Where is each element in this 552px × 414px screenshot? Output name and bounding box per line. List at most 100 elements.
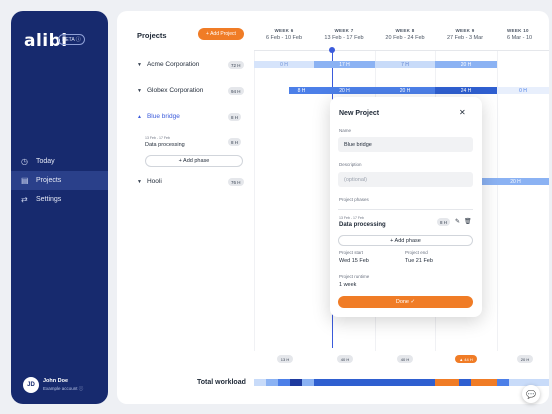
project-row-globex[interactable]: ▼ Globex Corporation — [137, 87, 203, 94]
settings-icon: ⇄ — [21, 195, 28, 204]
workload-segment — [290, 379, 302, 386]
nav-settings-label: Settings — [36, 196, 62, 203]
week-header-9: WEEK 9 27 Feb - 3 Mar — [435, 28, 495, 41]
chat-bubble-icon[interactable]: 💬 — [522, 385, 540, 403]
bar-hooli-w10[interactable]: 20 H — [482, 178, 549, 185]
page-title: Projects — [137, 31, 167, 40]
add-phase-button[interactable]: + Add phase — [145, 155, 243, 167]
start-value[interactable]: Wed 15 Feb — [339, 258, 369, 264]
name-input[interactable]: Blue bridge — [338, 137, 473, 152]
total-hours-w7: 40 H — [337, 355, 353, 363]
bar-globex-w9[interactable]: 24 H — [435, 87, 497, 94]
close-icon[interactable]: ✕ — [459, 108, 466, 117]
runtime-label: Project runtime — [339, 274, 370, 279]
total-hours-w8: 40 H — [397, 355, 413, 363]
chevron-down-icon[interactable]: ▼ — [137, 88, 142, 94]
chevron-down-icon[interactable]: ▼ — [137, 62, 142, 68]
nav-today-label: Today — [36, 158, 55, 165]
workload-segment — [471, 379, 497, 386]
nav-settings[interactable]: ⇄ Settings — [11, 190, 108, 209]
grid-line — [254, 51, 255, 351]
project-name: Acme Corporation — [146, 61, 200, 68]
grid-line — [497, 51, 498, 351]
start-label: Project start — [339, 250, 364, 255]
workload-segment — [435, 379, 459, 386]
week-dates: 27 Feb - 3 Mar — [446, 35, 484, 41]
bar-acme-w6[interactable]: 0 H — [254, 61, 314, 68]
bar-acme-w8[interactable]: 7 H — [375, 61, 435, 68]
project-row-hooli[interactable]: ▼ Hooli — [137, 178, 162, 185]
sidebar: alibi BETA ⓘ ◷ Today ▤ Projects ⇄ Settin… — [11, 11, 108, 404]
project-name: Hooli — [146, 178, 162, 185]
workload-segment — [278, 379, 290, 386]
bar-globex-w6[interactable]: 8 H — [289, 87, 314, 94]
bar-globex-w7[interactable]: 20 H — [314, 87, 375, 94]
phase-dates: 13 Feb - 17 Feb — [339, 216, 364, 220]
week-label: WEEK 10 — [507, 28, 529, 33]
workload-segment — [254, 379, 266, 386]
project-row-acme[interactable]: ▼ Acme Corporation — [137, 61, 199, 68]
workload-segment — [459, 379, 471, 386]
description-input[interactable]: (optional) — [338, 172, 473, 187]
user-profile[interactable]: JD John Doe Example account ⓘ — [23, 377, 83, 393]
bar-acme-w7[interactable]: 17 H — [314, 61, 375, 68]
total-hours-w6: 13 H — [277, 355, 293, 363]
week-header-6: WEEK 6 6 Feb - 10 Feb — [254, 28, 314, 41]
week-header-10: WEEK 10 6 Mar - 10 — [497, 28, 549, 41]
nav-projects[interactable]: ▤ Projects — [11, 171, 108, 190]
new-project-modal: New Project ✕ Name Blue bridge Descripti… — [330, 97, 482, 317]
bar-acme-w9[interactable]: 20 H — [435, 61, 497, 68]
week-header-7: WEEK 7 13 Feb - 17 Feb — [314, 28, 374, 41]
hours-badge: 72 H — [228, 61, 244, 69]
week-dates: 20 Feb - 24 Feb — [385, 35, 425, 41]
total-hours-w10: 20 H — [517, 355, 533, 363]
modal-title: New Project — [339, 110, 380, 117]
avatar: JD — [23, 377, 39, 393]
header-divider — [254, 50, 549, 51]
beta-badge: BETA ⓘ — [58, 34, 85, 45]
workload-segment — [497, 379, 509, 386]
week-label: WEEK 8 — [395, 28, 415, 33]
trash-icon[interactable]: 🗑 — [464, 218, 472, 225]
phase-hours-badge: 8 H — [437, 218, 451, 226]
chevron-down-icon[interactable]: ▼ — [137, 179, 142, 185]
week-dates: 13 Feb - 17 Feb — [324, 35, 364, 41]
user-account: Example account ⓘ — [43, 386, 84, 391]
divider — [338, 209, 473, 210]
hours-badge: 8 H — [228, 113, 242, 121]
modal-add-phase-button[interactable]: + Add phase — [338, 235, 473, 246]
week-dates: 6 Feb - 10 Feb — [265, 35, 303, 41]
phase-hours-badge: 8 H — [228, 138, 242, 146]
done-button[interactable]: Done ✓ — [338, 296, 473, 308]
pencil-icon[interactable]: ✎ — [455, 218, 460, 225]
week-dates: 6 Mar - 10 — [507, 35, 533, 41]
hours-badge: 76 H — [228, 178, 244, 186]
phase-dates: 13 Feb - 17 Feb — [145, 136, 170, 140]
project-phases-label: Project phases — [339, 197, 369, 202]
week-label: WEEK 9 — [455, 28, 475, 33]
add-project-button[interactable]: + Add Project — [198, 28, 244, 40]
end-value[interactable]: Tue 21 Feb — [405, 258, 433, 264]
chevron-up-icon[interactable]: ▲ — [137, 114, 142, 120]
nav-today[interactable]: ◷ Today — [11, 152, 108, 171]
projects-icon: ▤ — [21, 176, 29, 185]
week-header-8: WEEK 8 20 Feb - 24 Feb — [375, 28, 435, 41]
user-name: John Doe — [43, 378, 69, 384]
phase-name: Data processing — [145, 142, 185, 148]
nav-projects-label: Projects — [36, 177, 62, 184]
description-label: Description — [339, 162, 362, 167]
workload-segment — [302, 379, 314, 386]
week-label: WEEK 7 — [334, 28, 354, 33]
clock-icon: ◷ — [21, 157, 28, 166]
project-row-blue-bridge[interactable]: ▲ Blue bridge — [137, 113, 180, 120]
workload-segment — [266, 379, 278, 386]
bar-globex-w10[interactable]: 0 H — [497, 87, 549, 94]
end-label: Project end — [405, 250, 428, 255]
bar-globex-w8[interactable]: 20 H — [375, 87, 435, 94]
project-name: Blue bridge — [146, 113, 180, 120]
hours-badge: 94 H — [228, 87, 244, 95]
name-label: Name — [339, 128, 352, 133]
week-label: WEEK 6 — [274, 28, 294, 33]
runtime-value: 1 week — [339, 282, 357, 288]
workload-segment — [314, 379, 435, 386]
